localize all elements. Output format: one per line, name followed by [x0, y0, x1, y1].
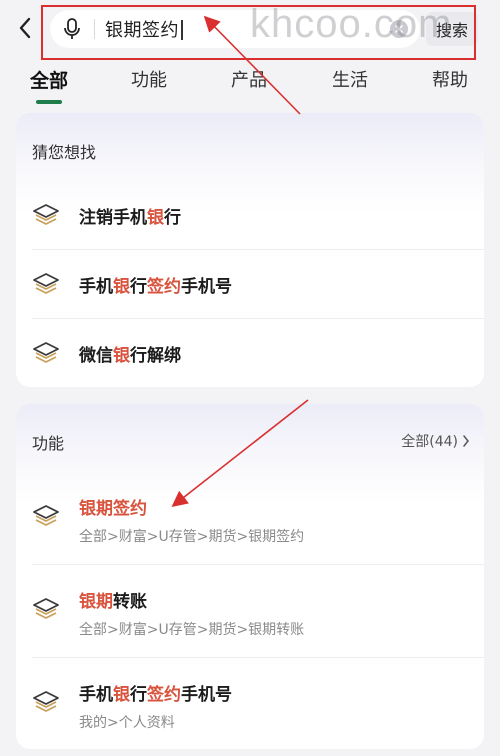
tab-life[interactable]: 生活	[332, 66, 368, 92]
function-item-label: 银期转账	[79, 592, 147, 612]
guess-item[interactable]: 注销手机银行	[16, 181, 484, 249]
guess-item-label: 注销手机银行	[79, 208, 181, 228]
search-box[interactable]: 银期签约	[50, 10, 420, 48]
back-button[interactable]	[14, 14, 36, 42]
function-item-path: 我的>个人资料	[79, 715, 175, 731]
tab-functions[interactable]: 功能	[131, 66, 167, 92]
guess-item[interactable]: 手机银行签约手机号	[16, 250, 484, 318]
mic-icon[interactable]	[62, 17, 82, 41]
functions-more-label: 全部(44)	[401, 434, 458, 450]
guess-title: 猜您想找	[32, 143, 97, 162]
function-item[interactable]: 银期转账 全部>财富>U存管>期货>银期转账	[16, 565, 484, 657]
tab-all[interactable]: 全部	[30, 66, 68, 93]
layers-icon	[33, 691, 59, 712]
function-item-path: 全部>财富>U存管>期货>银期转账	[79, 622, 305, 638]
guess-item-label: 手机银行签约手机号	[79, 277, 232, 297]
function-item-path: 全部>财富>U存管>期货>银期签约	[79, 529, 305, 545]
chevron-left-icon	[19, 17, 31, 39]
guess-item[interactable]: 微信银行解绑	[16, 319, 484, 387]
category-tabs: 全部 功能 产品 生活 帮助	[0, 62, 500, 108]
layers-icon	[33, 342, 59, 363]
functions-more-link[interactable]: 全部(44)	[401, 431, 470, 451]
function-item[interactable]: 银期签约 全部>财富>U存管>期货>银期签约	[16, 472, 484, 564]
tab-help[interactable]: 帮助	[432, 66, 468, 92]
layers-icon	[33, 204, 59, 225]
tab-indicator	[36, 100, 62, 104]
tab-products[interactable]: 产品	[231, 66, 267, 92]
layers-icon	[33, 598, 59, 619]
layers-icon	[33, 505, 59, 526]
search-divider	[94, 19, 95, 39]
function-item[interactable]: 手机银行签约手机号 我的>个人资料	[16, 658, 484, 749]
chevron-right-icon	[463, 435, 469, 447]
header: 银期签约 搜索	[0, 0, 500, 58]
function-item-label: 手机银行签约手机号	[79, 685, 232, 705]
guess-card: 猜您想找 注销手机银行 手机银行签约手机号 微信银行解绑	[16, 113, 484, 387]
functions-card: 功能 全部(44) 银期签约 全部>财富>U存管>期货>银期签约 银期转账 全部…	[16, 404, 484, 749]
functions-title: 功能	[32, 434, 65, 453]
layers-icon	[33, 273, 59, 294]
search-button[interactable]: 搜索	[426, 12, 478, 46]
search-input[interactable]: 银期签约	[105, 16, 183, 42]
clear-icon[interactable]	[390, 20, 408, 38]
guess-item-label: 微信银行解绑	[79, 346, 181, 366]
function-item-label: 银期签约	[79, 499, 147, 519]
